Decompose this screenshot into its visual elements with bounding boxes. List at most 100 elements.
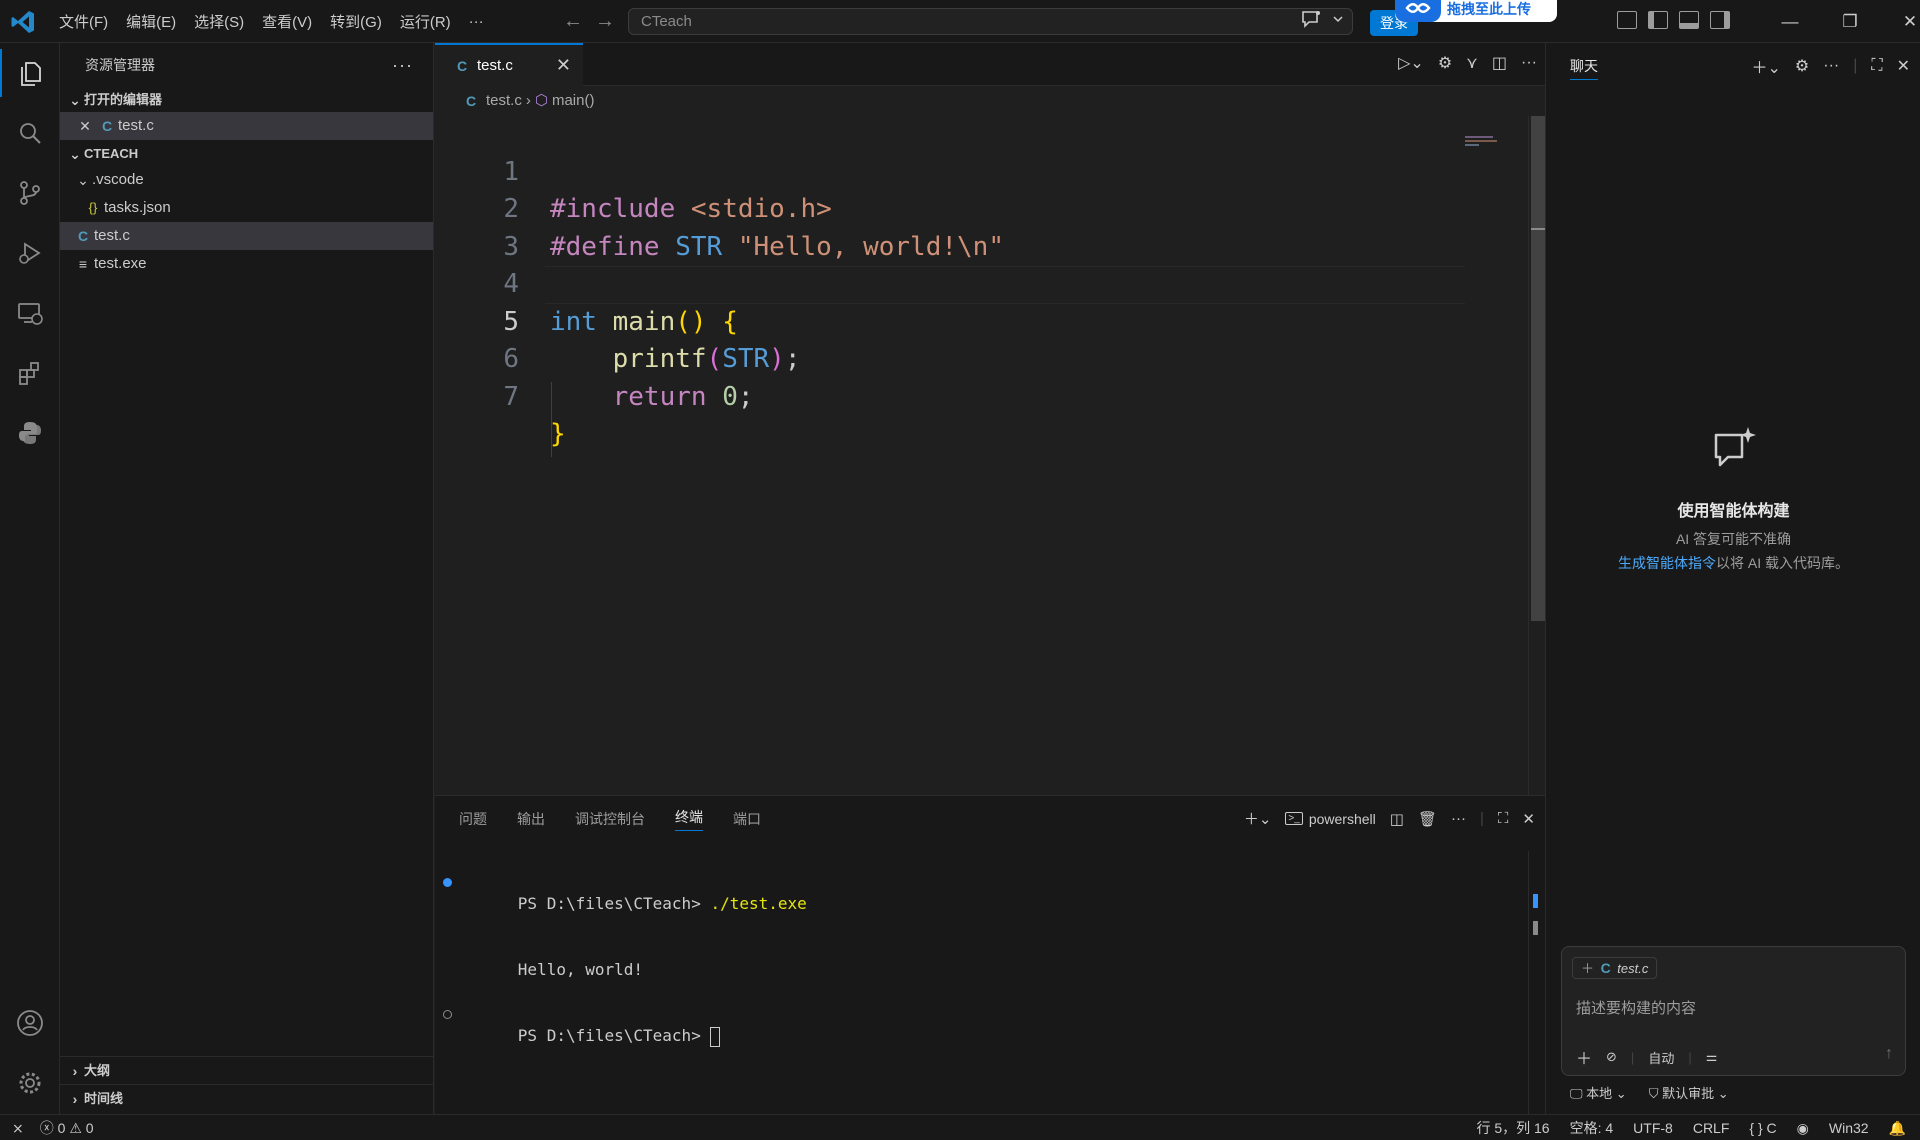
toggle-primary-sidebar-icon[interactable] — [1648, 11, 1668, 29]
trash-icon[interactable]: 🗑 — [1418, 810, 1437, 828]
bell-icon[interactable]: 🔔 — [1889, 1120, 1906, 1137]
menu-run[interactable]: 运行(R) — [391, 11, 460, 32]
language-mode[interactable]: { } C — [1749, 1120, 1776, 1136]
generate-instructions-link[interactable]: 生成智能体指令 — [1618, 555, 1716, 571]
send-arrow-icon[interactable]: ↑ — [1885, 1045, 1893, 1063]
menu-view[interactable]: 查看(V) — [253, 11, 321, 32]
gear-icon[interactable]: ⚙ — [1795, 56, 1809, 76]
add-icon[interactable]: ＋ — [1576, 1045, 1592, 1069]
menu-edit[interactable]: 编辑(E) — [117, 11, 185, 32]
remote-explorer-icon[interactable] — [0, 289, 60, 337]
breadcrumb-symbol[interactable]: main() — [552, 86, 595, 116]
more-actions-icon[interactable]: ··· — [392, 43, 413, 88]
split-terminal-icon[interactable]: ◫ — [1390, 810, 1404, 828]
shell-label[interactable]: powershell — [1309, 811, 1376, 827]
maximize-panel-icon[interactable]: ⛶ — [1498, 810, 1509, 827]
breadcrumb-file[interactable]: test.c — [486, 86, 522, 116]
tree-item-test-exe[interactable]: ≡ test.exe — [60, 250, 433, 278]
source-control-icon[interactable] — [0, 169, 60, 217]
new-terminal-icon[interactable]: ＋⌄ — [1244, 808, 1272, 829]
terminal-output[interactable]: PS D:\files\CTeach> ./test.exe Hello, wo… — [435, 871, 807, 1069]
settings-sliders-icon[interactable]: ⚌ — [1706, 1049, 1718, 1065]
close-panel-icon[interactable]: ✕ — [1522, 810, 1535, 828]
tree-item-tasks-json[interactable]: {} tasks.json — [60, 194, 433, 222]
platform[interactable]: Win32 — [1829, 1120, 1869, 1136]
maximize-icon[interactable]: ⛶ — [1871, 57, 1882, 75]
split-editor-icon[interactable]: ◫ — [1492, 53, 1507, 73]
remote-icon[interactable]: ⨯ — [12, 1120, 24, 1137]
account-icon[interactable] — [0, 999, 60, 1047]
compare-icon[interactable]: ⋎ — [1466, 53, 1478, 73]
tree-item-test-c[interactable]: C test.c — [60, 222, 433, 250]
indentation[interactable]: 空格: 4 — [1570, 1118, 1614, 1138]
scrollbar-thumb[interactable] — [1531, 116, 1545, 621]
search-icon[interactable] — [0, 109, 60, 157]
tab-problems[interactable]: 问题 — [459, 809, 487, 829]
forward-arrow-icon[interactable]: → — [595, 10, 615, 33]
tools-icon[interactable]: ⊘ — [1606, 1049, 1617, 1065]
tab-output[interactable]: 输出 — [517, 809, 545, 829]
tab-debug-console[interactable]: 调试控制台 — [575, 809, 645, 829]
close-icon[interactable]: ✕ — [556, 55, 571, 76]
menu-selection[interactable]: 选择(S) — [185, 11, 253, 32]
close-icon[interactable]: ✕ — [74, 112, 96, 140]
minimap[interactable] — [1465, 136, 1505, 150]
menu-go[interactable]: 转到(G) — [321, 11, 391, 32]
chat-input-box[interactable]: ＋ C test.c 描述要构建的内容 ＋ ⊘ | 自动 | ⚌ ↑ — [1561, 946, 1906, 1076]
tab-test-c[interactable]: C test.c ✕ — [435, 43, 583, 86]
run-code-icon[interactable]: ▷⌄ — [1398, 53, 1424, 73]
close-window-icon[interactable]: ✕ — [1880, 12, 1920, 32]
project-section[interactable]: ⌄ CTEACH — [60, 142, 433, 166]
gear-icon[interactable]: ⚙ — [1438, 53, 1452, 73]
explorer-icon[interactable] — [0, 49, 60, 97]
warning-count: 0 — [85, 1120, 94, 1136]
back-arrow-icon[interactable]: ← — [563, 10, 583, 33]
extensions-icon[interactable] — [0, 349, 60, 397]
settings-gear-icon[interactable] — [0, 1059, 60, 1107]
mode-picker[interactable]: 自动 — [1648, 1048, 1674, 1067]
minimize-icon[interactable]: — — [1760, 12, 1820, 32]
close-icon[interactable]: ✕ — [1897, 56, 1910, 76]
approval-picker[interactable]: ⛉ 默认审批 ⌄ — [1649, 1083, 1729, 1102]
more-actions-icon[interactable]: ··· — [1823, 57, 1839, 75]
new-chat-icon[interactable]: ＋⌄ — [1751, 54, 1780, 78]
code-editor[interactable]: 1 #include <stdio.h> 2 #define STR "Hell… — [435, 116, 1525, 457]
menu-bar: 文件(F) 编辑(E) 选择(S) 查看(V) 转到(G) 运行(R) ··· — [50, 0, 493, 43]
menu-more[interactable]: ··· — [460, 13, 493, 30]
more-actions-icon[interactable]: ··· — [1521, 54, 1537, 72]
tab-label: test.c — [477, 57, 513, 74]
toggle-panel-icon[interactable] — [1679, 11, 1699, 29]
chat-input-placeholder[interactable]: 描述要构建的内容 — [1576, 997, 1696, 1018]
command-center-search[interactable]: CTeach — [628, 8, 1353, 35]
local-picker[interactable]: 🖵 本地 ⌄ — [1570, 1083, 1627, 1102]
chat-title[interactable]: 聊天 — [1570, 56, 1598, 80]
encoding[interactable]: UTF-8 — [1633, 1120, 1673, 1136]
restore-icon[interactable]: ❐ — [1820, 12, 1880, 32]
copilot-chat-icon[interactable] — [1300, 9, 1322, 29]
context-chip[interactable]: ＋ C test.c — [1572, 957, 1658, 979]
cursor-position[interactable]: 行 5，列 16 — [1476, 1118, 1549, 1138]
terminal-scrollbar[interactable] — [1528, 851, 1544, 1115]
open-editor-item[interactable]: ✕ C test.c — [60, 112, 433, 140]
upload-banner[interactable]: 拖拽至此上传 — [1395, 0, 1557, 22]
outline-section[interactable]: › 大纲 — [60, 1056, 434, 1085]
tree-item-vscode-folder[interactable]: ⌄ .vscode — [60, 166, 433, 194]
customize-layout-icon[interactable] — [1617, 11, 1637, 29]
chevron-down-icon[interactable] — [1332, 14, 1344, 24]
tab-ports[interactable]: 端口 — [733, 809, 761, 829]
command-success-dot[interactable] — [443, 878, 452, 887]
open-editors-section[interactable]: ⌄ 打开的编辑器 — [60, 88, 433, 112]
more-actions-icon[interactable]: ··· — [1451, 810, 1466, 827]
problems-indicator[interactable]: ⓧ 0 ⚠ 0 — [40, 1118, 94, 1138]
toggle-secondary-sidebar-icon[interactable] — [1710, 11, 1730, 29]
copilot-status-icon[interactable]: ◉ — [1797, 1120, 1809, 1137]
timeline-section[interactable]: › 时间线 — [60, 1084, 434, 1113]
run-debug-icon[interactable] — [0, 229, 60, 277]
tab-terminal[interactable]: 终端 — [675, 807, 703, 831]
separator: | — [1688, 1049, 1692, 1065]
add-context-icon[interactable]: ＋ — [1581, 961, 1594, 976]
end-of-line[interactable]: CRLF — [1693, 1120, 1730, 1136]
python-icon[interactable] — [0, 409, 60, 457]
editor-scrollbar[interactable] — [1528, 116, 1545, 796]
menu-file[interactable]: 文件(F) — [50, 11, 117, 32]
